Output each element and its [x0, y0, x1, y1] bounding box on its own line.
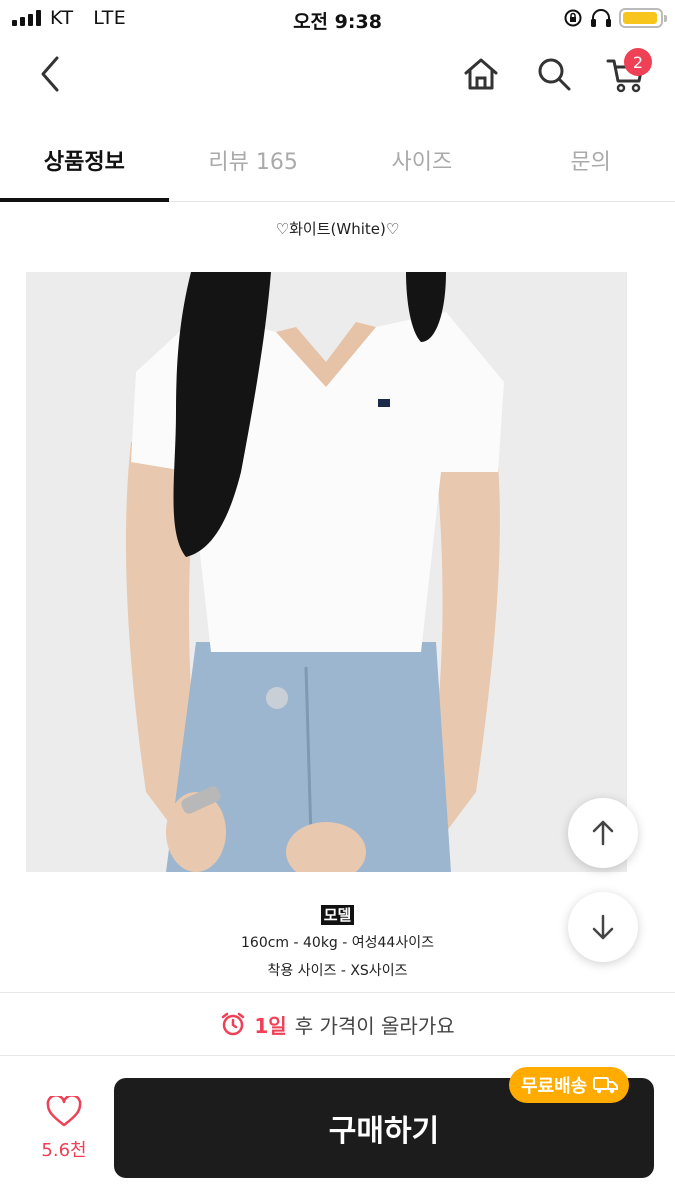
color-label: ♡화이트(White)♡	[275, 220, 400, 238]
heart-icon	[46, 1094, 82, 1127]
like-count: 5.6천	[41, 1140, 87, 1161]
home-icon[interactable]	[457, 50, 505, 98]
product-photo	[26, 272, 627, 872]
scroll-up-button[interactable]	[568, 798, 638, 868]
headphones-icon	[591, 9, 611, 27]
tab-inquiry[interactable]: 문의	[506, 118, 675, 201]
rotation-lock-icon	[564, 9, 582, 27]
model-size: 착용 사이즈 - XS사이즈	[267, 963, 408, 979]
arrow-down-icon	[592, 914, 614, 940]
free-shipping-badge: 무료배송	[509, 1067, 630, 1103]
scroll-down-button[interactable]	[568, 892, 638, 962]
top-nav: 2	[0, 38, 675, 114]
price-rise-notice: 1일 후 가격이 올라가요	[0, 992, 675, 1056]
tab-size[interactable]: 사이즈	[338, 118, 507, 201]
arrow-up-icon	[592, 820, 614, 846]
bottom-action-bar: 5.6천 구매하기 무료배송	[0, 1056, 675, 1200]
tab-reviews[interactable]: 리뷰 165	[169, 118, 338, 201]
cart-icon[interactable]: 2	[602, 48, 652, 98]
search-icon[interactable]	[530, 50, 578, 98]
free-shipping-label: 무료배송	[521, 1076, 588, 1097]
notice-text: 후 가격이 올라가요	[294, 1013, 455, 1038]
like-button[interactable]: 5.6천	[26, 1094, 102, 1162]
alarm-clock-icon	[222, 1012, 245, 1036]
status-icons	[563, 7, 667, 29]
product-tabs: 상품정보 리뷰 165 사이즈 문의	[0, 118, 675, 202]
status-bar: KT LTE 오전 9:38	[0, 0, 675, 38]
notice-days: 1일	[254, 1013, 287, 1038]
tab-product-info[interactable]: 상품정보	[0, 118, 169, 202]
battery-icon	[619, 8, 667, 28]
back-arrow-icon[interactable]	[26, 50, 74, 98]
cart-count-badge: 2	[624, 48, 652, 76]
truck-icon	[593, 1077, 619, 1094]
